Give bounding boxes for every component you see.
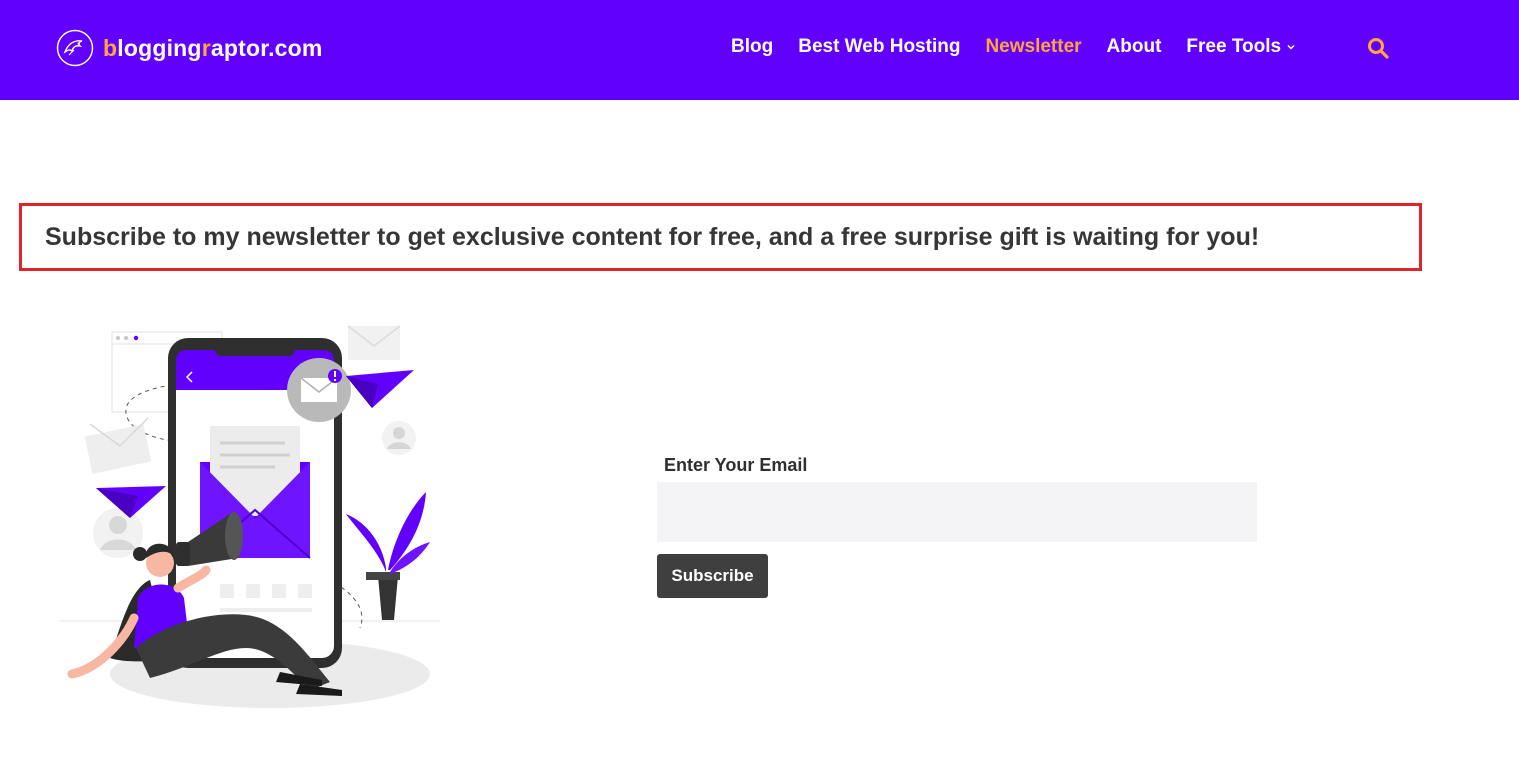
search-icon[interactable] — [1367, 37, 1389, 59]
site-logo[interactable]: bloggingraptor.com — [56, 29, 323, 67]
site-name: bloggingraptor.com — [103, 34, 323, 61]
nav-item-blog[interactable]: Blog — [731, 36, 773, 58]
nav-item-about[interactable]: About — [1107, 36, 1162, 58]
headline-highlight-box: Subscribe to my newsletter to get exclus… — [19, 203, 1422, 271]
nav-item-free-tools-label: Free Tools — [1186, 36, 1282, 57]
nav-item-newsletter[interactable]: Newsletter — [985, 36, 1081, 58]
site-header: bloggingraptor.com Blog Best Web Hosting… — [0, 0, 1519, 100]
email-label: Enter Your Email — [664, 455, 808, 475]
chevron-down-icon — [1287, 44, 1295, 50]
email-input[interactable] — [657, 482, 1257, 542]
nav-item-best-web-hosting[interactable]: Best Web Hosting — [798, 36, 960, 58]
raptor-logo-icon — [56, 29, 94, 67]
newsletter-headline: Subscribe to my newsletter to get exclus… — [45, 222, 1260, 251]
nav-item-free-tools[interactable]: Free Tools — [1186, 36, 1296, 58]
main-nav: Blog Best Web Hosting Newsletter About F… — [731, 36, 1321, 58]
subscribe-button[interactable]: Subscribe — [657, 554, 768, 598]
newsletter-illustration — [60, 325, 440, 708]
